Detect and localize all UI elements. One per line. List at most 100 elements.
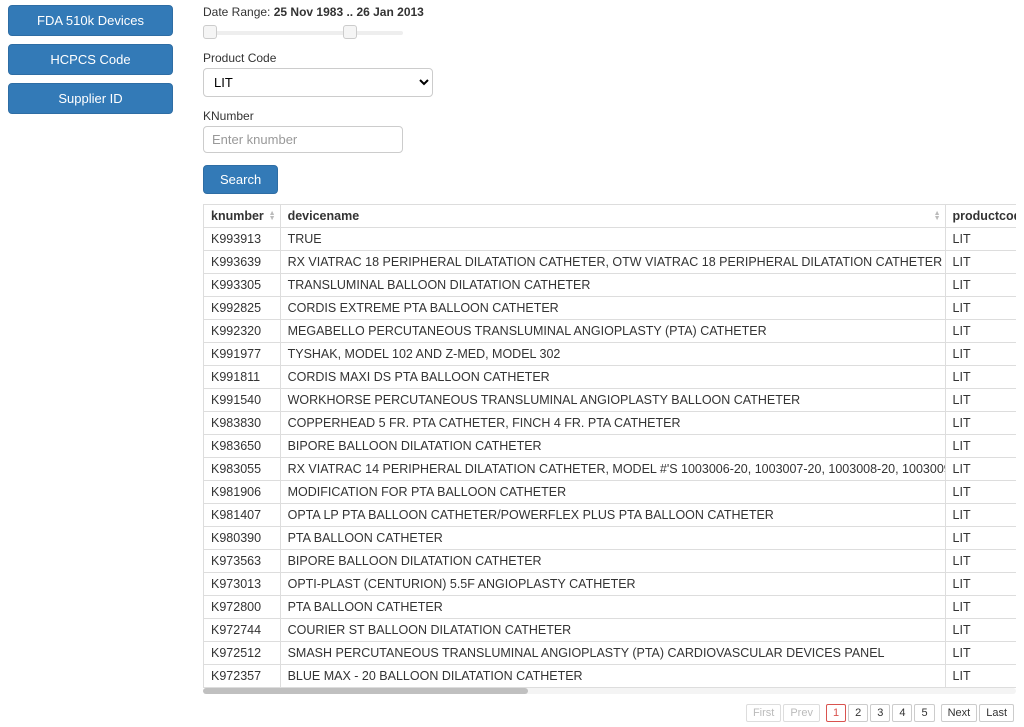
table-row: K991811CORDIS MAXI DS PTA BALLOON CATHET… bbox=[204, 366, 1017, 389]
cell-knumber: K973563 bbox=[204, 550, 281, 573]
cell-devicename: TYSHAK, MODEL 102 AND Z-MED, MODEL 302 bbox=[280, 343, 945, 366]
pager-page-5[interactable]: 5 bbox=[914, 704, 934, 722]
cell-knumber: K981906 bbox=[204, 481, 281, 504]
product-code-select[interactable]: LIT bbox=[203, 68, 433, 97]
table-row: K993305TRANSLUMINAL BALLOON DILATATION C… bbox=[204, 274, 1017, 297]
nav-fda-510k[interactable]: FDA 510k Devices bbox=[8, 5, 173, 36]
results-table: knumber ▲▼ devicename ▲▼ productcode ▲▼ bbox=[203, 204, 1016, 688]
pager: First Prev 12345 Next Last bbox=[203, 704, 1016, 722]
table-row: K983055RX VIATRAC 14 PERIPHERAL DILATATI… bbox=[204, 458, 1017, 481]
table-row: K983830COPPERHEAD 5 FR. PTA CATHETER, FI… bbox=[204, 412, 1017, 435]
cell-productcode: LIT bbox=[945, 251, 1016, 274]
cell-devicename: OPTA LP PTA BALLOON CATHETER/POWERFLEX P… bbox=[280, 504, 945, 527]
table-row: K973013OPTI-PLAST (CENTURION) 5.5F ANGIO… bbox=[204, 573, 1017, 596]
cell-knumber: K991540 bbox=[204, 389, 281, 412]
cell-knumber: K993639 bbox=[204, 251, 281, 274]
cell-devicename: BIPORE BALLOON DILATATION CATHETER bbox=[280, 550, 945, 573]
cell-productcode: LIT bbox=[945, 550, 1016, 573]
table-row: K980390PTA BALLOON CATHETERLITCOOK, IN bbox=[204, 527, 1017, 550]
cell-devicename: TRANSLUMINAL BALLOON DILATATION CATHETER bbox=[280, 274, 945, 297]
cell-devicename: PTA BALLOON CATHETER bbox=[280, 596, 945, 619]
nav-hcpcs[interactable]: HCPCS Code bbox=[8, 44, 173, 75]
cell-knumber: K981407 bbox=[204, 504, 281, 527]
pager-prev[interactable]: Prev bbox=[783, 704, 820, 722]
table-row: K993913TRUELITINFINITY bbox=[204, 228, 1017, 251]
filters: Date Range: 25 Nov 1983 .. 26 Jan 2013 P… bbox=[203, 5, 1016, 204]
cell-devicename: WORKHORSE PERCUTANEOUS TRANSLUMINAL ANGI… bbox=[280, 389, 945, 412]
cell-knumber: K980390 bbox=[204, 527, 281, 550]
results-table-wrap: knumber ▲▼ devicename ▲▼ productcode ▲▼ bbox=[203, 204, 1016, 694]
table-row: K972512SMASH PERCUTANEOUS TRANSLUMINAL A… bbox=[204, 642, 1017, 665]
slider-thumb-end[interactable] bbox=[343, 25, 357, 39]
cell-productcode: LIT bbox=[945, 665, 1016, 688]
cell-productcode: LIT bbox=[945, 458, 1016, 481]
slider-thumb-start[interactable] bbox=[203, 25, 217, 39]
cell-productcode: LIT bbox=[945, 596, 1016, 619]
cell-productcode: LIT bbox=[945, 504, 1016, 527]
table-row: K992825CORDIS EXTREME PTA BALLOON CATHET… bbox=[204, 297, 1017, 320]
sort-icon: ▲▼ bbox=[934, 211, 941, 221]
cell-productcode: LIT bbox=[945, 642, 1016, 665]
col-header-knumber[interactable]: knumber ▲▼ bbox=[204, 205, 281, 228]
cell-productcode: LIT bbox=[945, 297, 1016, 320]
cell-knumber: K991977 bbox=[204, 343, 281, 366]
cell-devicename: CORDIS MAXI DS PTA BALLOON CATHETER bbox=[280, 366, 945, 389]
knumber-input[interactable] bbox=[203, 126, 403, 153]
cell-productcode: LIT bbox=[945, 320, 1016, 343]
pager-page-4[interactable]: 4 bbox=[892, 704, 912, 722]
pager-last[interactable]: Last bbox=[979, 704, 1014, 722]
cell-devicename: OPTI-PLAST (CENTURION) 5.5F ANGIOPLASTY … bbox=[280, 573, 945, 596]
cell-devicename: BIPORE BALLOON DILATATION CATHETER bbox=[280, 435, 945, 458]
col-header-devicename[interactable]: devicename ▲▼ bbox=[280, 205, 945, 228]
cell-productcode: LIT bbox=[945, 435, 1016, 458]
cell-devicename: SMASH PERCUTANEOUS TRANSLUMINAL ANGIOPLA… bbox=[280, 642, 945, 665]
cell-knumber: K992825 bbox=[204, 297, 281, 320]
sort-icon: ▲▼ bbox=[269, 211, 276, 221]
product-code-label: Product Code bbox=[203, 51, 1016, 65]
cell-knumber: K972357 bbox=[204, 665, 281, 688]
cell-productcode: LIT bbox=[945, 412, 1016, 435]
nav-supplier-id[interactable]: Supplier ID bbox=[8, 83, 173, 114]
pager-page-3[interactable]: 3 bbox=[870, 704, 890, 722]
date-range-slider[interactable] bbox=[203, 25, 403, 39]
table-row: K991540WORKHORSE PERCUTANEOUS TRANSLUMIN… bbox=[204, 389, 1017, 412]
cell-productcode: LIT bbox=[945, 481, 1016, 504]
table-row: K992320MEGABELLO PERCUTANEOUS TRANSLUMIN… bbox=[204, 320, 1017, 343]
main-content: Date Range: 25 Nov 1983 .. 26 Jan 2013 P… bbox=[203, 5, 1016, 722]
cell-knumber: K983055 bbox=[204, 458, 281, 481]
cell-knumber: K992320 bbox=[204, 320, 281, 343]
cell-devicename: RX VIATRAC 14 PERIPHERAL DILATATION CATH… bbox=[280, 458, 945, 481]
cell-devicename: MODIFICATION FOR PTA BALLOON CATHETER bbox=[280, 481, 945, 504]
cell-knumber: K972744 bbox=[204, 619, 281, 642]
cell-knumber: K991811 bbox=[204, 366, 281, 389]
cell-devicename: PTA BALLOON CATHETER bbox=[280, 527, 945, 550]
pager-page-1[interactable]: 1 bbox=[826, 704, 846, 722]
cell-devicename: COURIER ST BALLOON DILATATION CATHETER bbox=[280, 619, 945, 642]
cell-devicename: COPPERHEAD 5 FR. PTA CATHETER, FINCH 4 F… bbox=[280, 412, 945, 435]
date-range-label: Date Range: 25 Nov 1983 .. 26 Jan 2013 bbox=[203, 5, 1016, 19]
search-button[interactable]: Search bbox=[203, 165, 278, 194]
table-row: K972800PTA BALLOON CATHETERLITCOOK, IN bbox=[204, 596, 1017, 619]
cell-knumber: K973013 bbox=[204, 573, 281, 596]
sidebar: FDA 510k Devices HCPCS Code Supplier ID bbox=[8, 5, 173, 722]
horizontal-scrollbar[interactable] bbox=[203, 688, 1016, 694]
cell-knumber: K993913 bbox=[204, 228, 281, 251]
cell-productcode: LIT bbox=[945, 274, 1016, 297]
col-header-productcode[interactable]: productcode ▲▼ bbox=[945, 205, 1016, 228]
pager-next[interactable]: Next bbox=[941, 704, 978, 722]
cell-knumber: K983830 bbox=[204, 412, 281, 435]
cell-knumber: K972512 bbox=[204, 642, 281, 665]
cell-knumber: K972800 bbox=[204, 596, 281, 619]
pager-first[interactable]: First bbox=[746, 704, 781, 722]
cell-devicename: BLUE MAX - 20 BALLOON DILATATION CATHETE… bbox=[280, 665, 945, 688]
pager-page-2[interactable]: 2 bbox=[848, 704, 868, 722]
cell-devicename: TRUE bbox=[280, 228, 945, 251]
table-row: K973563BIPORE BALLOON DILATATION CATHETE… bbox=[204, 550, 1017, 573]
cell-knumber: K983650 bbox=[204, 435, 281, 458]
cell-devicename: MEGABELLO PERCUTANEOUS TRANSLUMINAL ANGI… bbox=[280, 320, 945, 343]
table-row: K981407OPTA LP PTA BALLOON CATHETER/POWE… bbox=[204, 504, 1017, 527]
cell-devicename: RX VIATRAC 18 PERIPHERAL DILATATION CATH… bbox=[280, 251, 945, 274]
table-row: K981906MODIFICATION FOR PTA BALLOON CATH… bbox=[204, 481, 1017, 504]
cell-productcode: LIT bbox=[945, 228, 1016, 251]
cell-productcode: LIT bbox=[945, 573, 1016, 596]
